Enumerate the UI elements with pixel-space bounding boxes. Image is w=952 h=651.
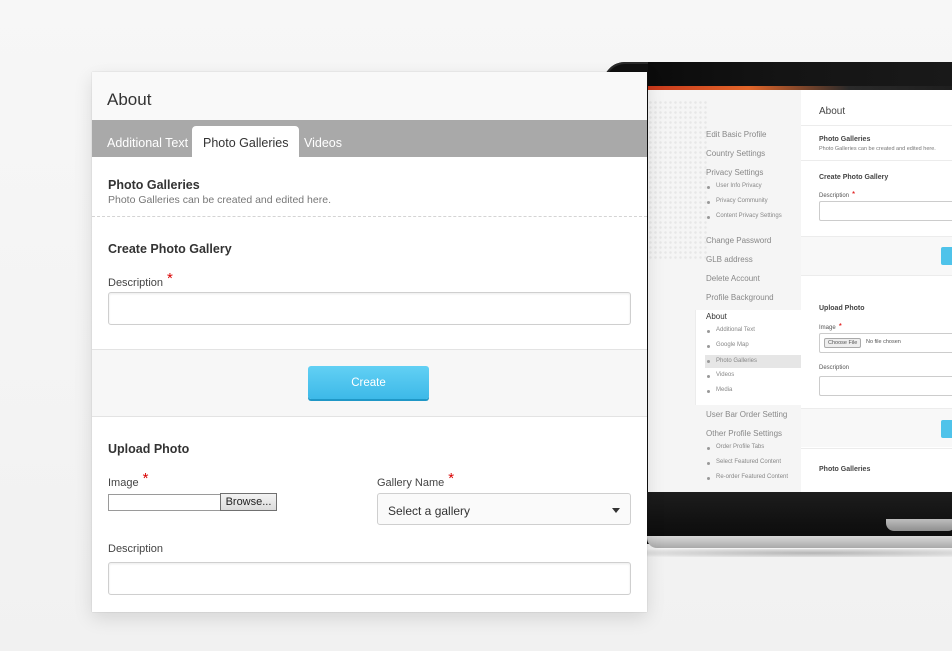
mini-link-privacy-settings: Privacy Settings	[706, 168, 764, 177]
mini-title: About	[819, 106, 846, 117]
mini-footer-title: Photo Galleries	[819, 466, 871, 473]
image-label: Image *	[108, 470, 149, 489]
mini-sub-reorder-featured: Re-order Featured Content	[706, 474, 789, 480]
gallery-select-value: Select a gallery	[388, 504, 471, 518]
about-panel: About Additional Text Photo Galleries Vi…	[92, 72, 647, 612]
mini-link-change-password: Change Password	[706, 236, 772, 245]
mini-galleries-sub: Photo Galleries can be created and edite…	[819, 146, 936, 152]
mini-file-input: Choose File No file chosen	[819, 333, 952, 353]
mini-button-band	[801, 237, 952, 275]
mini-sub-additional-text: Additional Text	[707, 327, 755, 333]
mini-link-other-profile-settings: Other Profile Settings	[706, 429, 783, 438]
mini-sub-user-info-privacy: User Info Privacy	[707, 183, 762, 189]
required-asterisk: *	[167, 270, 173, 287]
required-asterisk: *	[448, 470, 455, 487]
mini-upload-title: Upload Photo	[819, 305, 865, 312]
mini-button-band-2	[801, 409, 952, 447]
gallery-description-input[interactable]	[108, 292, 631, 325]
mini-link-edit-basic-profile: Edit Basic Profile	[706, 130, 767, 139]
mini-main-content: About Photo Galleries Photo Galleries ca…	[801, 90, 952, 492]
mini-sub-content-privacy: Content Privacy Settings	[707, 213, 782, 219]
mini-sidebar: Edit Basic Profile Country Settings Priv…	[648, 90, 810, 492]
browse-button[interactable]: Browse...	[220, 493, 277, 511]
mini-image-label: Image *	[819, 322, 842, 331]
mini-divider	[801, 275, 952, 276]
chevron-down-icon	[612, 508, 620, 513]
mini-description-input-2	[819, 376, 952, 396]
mini-link-glb-address: GLB address	[706, 255, 753, 264]
mini-choose-file: Choose File	[824, 338, 862, 348]
laptop-screen: Edit Basic Profile Country Settings Priv…	[648, 90, 952, 492]
photo-description-input[interactable]	[108, 562, 631, 595]
tab-videos[interactable]: Videos	[304, 120, 342, 157]
galleries-section-title: Photo Galleries	[108, 178, 200, 192]
mini-sub-photo-galleries: Photo Galleries	[705, 355, 810, 368]
mini-sub-videos: Videos	[706, 372, 735, 378]
tab-bar: Additional Text Photo Galleries Videos	[92, 120, 647, 157]
required-asterisk: *	[142, 470, 149, 487]
laptop-screen-header	[648, 62, 952, 90]
photo-description-label: Description	[108, 543, 164, 555]
gallery-select[interactable]: Select a gallery	[377, 493, 631, 525]
dashed-divider	[92, 216, 647, 217]
mini-sub-media: Media	[706, 387, 733, 393]
section-divider	[92, 416, 647, 417]
mini-link-delete-account: Delete Account	[706, 274, 760, 283]
mini-description-label-2: Description	[819, 365, 850, 371]
tab-photo-galleries[interactable]: Photo Galleries	[192, 126, 300, 157]
mini-sub-privacy-community: Privacy Community	[707, 198, 768, 204]
laptop-mockup: Edit Basic Profile Country Settings Priv…	[603, 62, 952, 557]
mini-link-country-settings: Country Settings	[706, 149, 766, 158]
mini-divider	[801, 448, 952, 449]
page-title: About	[107, 90, 152, 109]
upload-photo-title: Upload Photo	[108, 442, 190, 456]
mini-divider	[801, 160, 952, 161]
mini-create-title: Create Photo Gallery	[819, 174, 889, 181]
tab-additional-text[interactable]: Additional Text	[107, 120, 188, 157]
mini-divider	[801, 125, 952, 126]
mini-upload-button	[941, 420, 952, 438]
mini-sub-order-profile-tabs: Order Profile Tabs	[706, 444, 765, 450]
mini-sub-select-featured: Select Featured Content	[706, 459, 782, 465]
create-gallery-title: Create Photo Gallery	[108, 242, 232, 256]
panel-header: About	[92, 72, 647, 121]
create-button[interactable]: Create	[308, 366, 429, 399]
description-label: Description *	[108, 270, 173, 289]
laptop-base	[647, 536, 952, 548]
gallery-name-label: Gallery Name *	[377, 470, 455, 489]
mini-link-user-bar-order: User Bar Order Setting	[706, 410, 788, 419]
galleries-section-subtitle: Photo Galleries can be created and edite…	[108, 194, 331, 206]
mini-sub-google-map: Google Map	[707, 342, 749, 348]
mini-galleries-title: Photo Galleries	[819, 136, 871, 143]
laptop-notch	[886, 519, 952, 531]
world-map-pattern	[648, 100, 708, 260]
laptop-shadow	[643, 549, 952, 557]
mini-link-profile-background: Profile Background	[706, 293, 774, 302]
mini-description-label: Description *	[819, 190, 856, 199]
mini-create-button	[941, 247, 952, 265]
mini-no-file: No file chosen	[866, 339, 901, 345]
mini-link-about: About	[706, 312, 727, 321]
mini-description-input	[819, 201, 952, 221]
